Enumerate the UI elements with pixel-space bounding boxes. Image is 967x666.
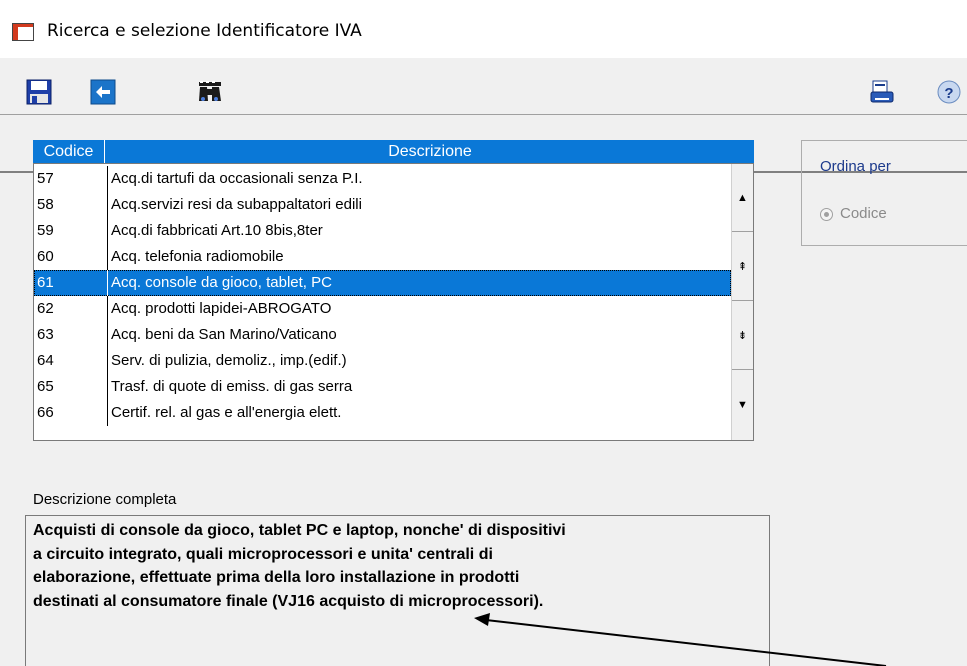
row-code: 57 bbox=[37, 170, 54, 187]
full-description-box: Acquisti di console da gioco, tablet PC … bbox=[25, 515, 770, 666]
row-description: Serv. di pulizia, demoliz., imp.(edif.) bbox=[111, 352, 347, 369]
row-code: 60 bbox=[37, 248, 54, 265]
row-description: Acq.di tartufi da occasionali senza P.I. bbox=[111, 170, 363, 187]
list-row[interactable]: 61 Acq. console da gioco, tablet, PC bbox=[34, 270, 731, 296]
list-scrollbar[interactable]: ▲ ⇞ ⇟ ▼ bbox=[731, 164, 753, 440]
list-row[interactable]: 64 Serv. di pulizia, demoliz., imp.(edif.… bbox=[34, 348, 731, 374]
column-divider bbox=[107, 218, 108, 244]
column-divider bbox=[107, 374, 108, 400]
row-code: 65 bbox=[37, 378, 54, 395]
column-divider bbox=[107, 166, 108, 192]
title-bar: Ricerca e selezione Identificatore IVA bbox=[0, 0, 967, 58]
column-divider bbox=[107, 348, 108, 374]
row-description: Acq. prodotti lapidei-ABROGATO bbox=[111, 300, 332, 317]
order-by-code-label: Codice bbox=[840, 205, 887, 222]
svg-text:?: ? bbox=[944, 85, 953, 102]
vat-code-list[interactable]: 57 Acq.di tartufi da occasionali senza P.… bbox=[33, 163, 754, 441]
row-description: Acq. beni da San Marino/Vaticano bbox=[111, 326, 337, 343]
column-divider bbox=[107, 192, 108, 218]
help-icon[interactable]: ? bbox=[936, 79, 962, 105]
toolbar: ? bbox=[0, 58, 967, 173]
row-description: Acq.di fabbricati Art.10 8bis,8ter bbox=[111, 222, 323, 239]
row-description: Trasf. di quote di emiss. di gas serra bbox=[111, 378, 353, 395]
row-description: Certif. rel. al gas e all'energia elett. bbox=[111, 404, 342, 421]
list-row[interactable]: 63 Acq. beni da San Marino/Vaticano bbox=[34, 322, 731, 348]
column-divider bbox=[107, 270, 108, 296]
column-divider bbox=[107, 244, 108, 270]
order-by-title: Ordina per bbox=[820, 158, 891, 175]
row-code: 66 bbox=[37, 404, 54, 421]
row-description: Acq.servizi resi da subappaltatori edili bbox=[111, 196, 362, 213]
full-description-text: Acquisti di console da gioco, tablet PC … bbox=[33, 522, 566, 610]
order-by-group: Ordina per Codice bbox=[801, 140, 967, 246]
list-rows: 57 Acq.di tartufi da occasionali senza P.… bbox=[34, 166, 731, 426]
order-by-code-radio[interactable] bbox=[820, 208, 833, 221]
column-header-code[interactable]: Codice bbox=[33, 140, 105, 163]
back-arrow-icon[interactable] bbox=[90, 79, 116, 105]
app-window-icon bbox=[12, 23, 34, 41]
row-code: 59 bbox=[37, 222, 54, 239]
full-description-label: Descrizione completa bbox=[33, 491, 177, 508]
list-header: Codice Descrizione bbox=[33, 140, 754, 163]
list-row[interactable]: 66 Certif. rel. al gas e all'energia elet… bbox=[34, 400, 731, 426]
row-description: Acq. console da gioco, tablet, PC bbox=[111, 274, 332, 291]
list-row[interactable]: 60 Acq. telefonia radiomobile bbox=[34, 244, 731, 270]
column-divider bbox=[107, 322, 108, 348]
scroll-down-button[interactable]: ▼ bbox=[732, 371, 753, 439]
row-code: 61 bbox=[37, 274, 54, 291]
column-divider bbox=[107, 400, 108, 426]
list-row[interactable]: 62 Acq. prodotti lapidei-ABROGATO bbox=[34, 296, 731, 322]
row-code: 63 bbox=[37, 326, 54, 343]
row-description: Acq. telefonia radiomobile bbox=[111, 248, 284, 265]
column-header-description[interactable]: Descrizione bbox=[106, 140, 754, 163]
binoculars-icon[interactable] bbox=[197, 79, 223, 105]
window-title: Ricerca e selezione Identificatore IVA bbox=[47, 21, 362, 41]
row-code: 62 bbox=[37, 300, 54, 317]
page-down-button[interactable]: ⇟ bbox=[732, 302, 753, 370]
list-row[interactable]: 65 Trasf. di quote di emiss. di gas serra bbox=[34, 374, 731, 400]
print-icon[interactable] bbox=[869, 79, 895, 105]
list-row[interactable]: 59 Acq.di fabbricati Art.10 8bis,8ter bbox=[34, 218, 731, 244]
row-code: 58 bbox=[37, 196, 54, 213]
scroll-up-button[interactable]: ▲ bbox=[732, 164, 753, 232]
column-divider bbox=[107, 296, 108, 322]
row-code: 64 bbox=[37, 352, 54, 369]
page-up-button[interactable]: ⇞ bbox=[732, 233, 753, 301]
floppy-save-icon[interactable] bbox=[26, 79, 52, 105]
list-row[interactable]: 57 Acq.di tartufi da occasionali senza P.… bbox=[34, 166, 731, 192]
list-row[interactable]: 58 Acq.servizi resi da subappaltatori edi… bbox=[34, 192, 731, 218]
